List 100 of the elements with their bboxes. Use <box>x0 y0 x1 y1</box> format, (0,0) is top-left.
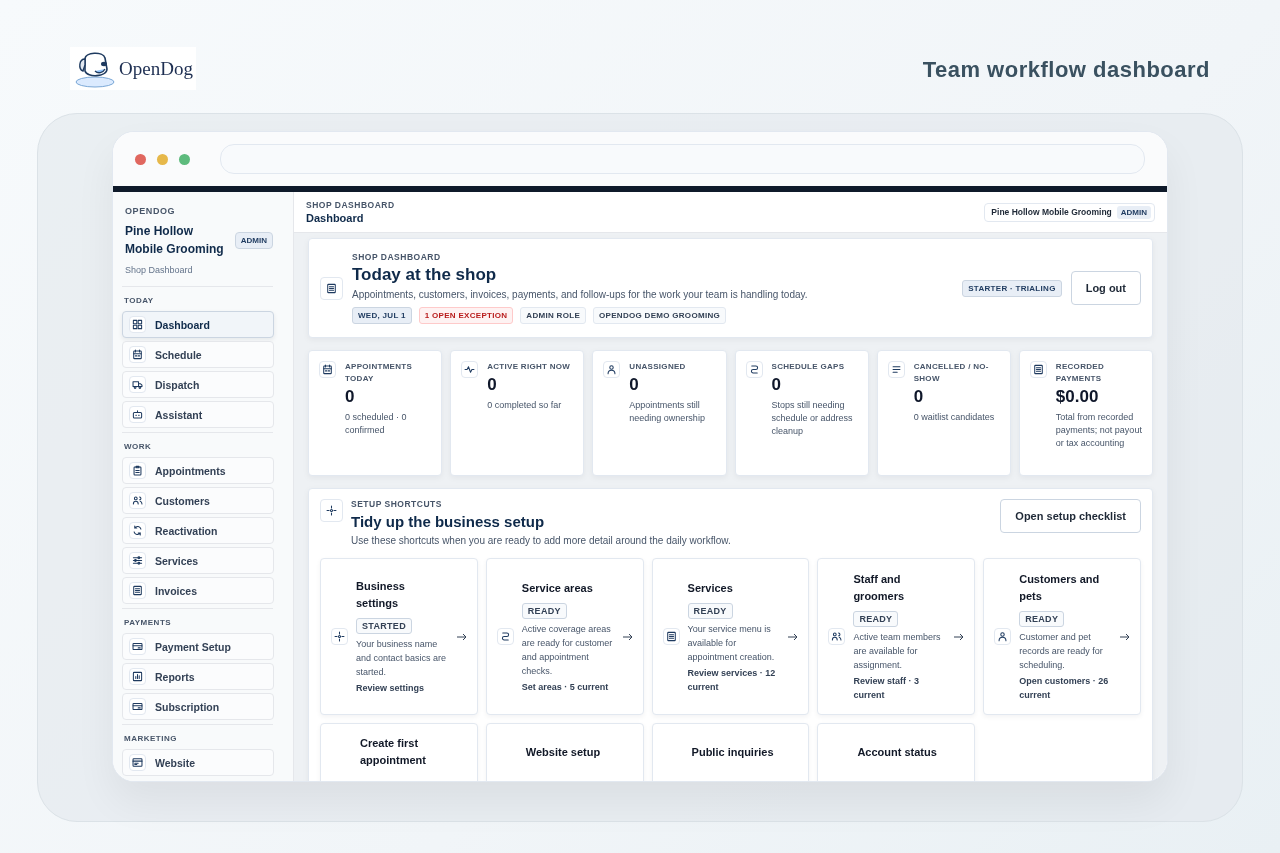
section-label: MARKETING <box>124 734 178 743</box>
stat-label: APPOINTMENTS TODAY <box>345 361 414 385</box>
shop-name: Pine Hollow Mobile Grooming <box>125 223 225 258</box>
shortcut-card[interactable]: Public inquiries <box>651 723 810 781</box>
shortcut-card[interactable]: Staff and groomers READY Active team members are available for assignment. Review staff · 3 current <box>817 558 976 715</box>
status-badge: READY <box>1019 611 1065 627</box>
nav-item[interactable]: Services <box>122 547 274 574</box>
status-badge: READY <box>687 602 733 619</box>
arrow-icon <box>456 632 467 641</box>
stat-note: 0 scheduled · 0 confirmed <box>345 411 408 437</box>
document-icon <box>129 582 146 599</box>
tag: 1 OPEN EXCEPTION <box>418 307 514 324</box>
shortcut-description: Your business name and contact basics are started. <box>356 638 448 679</box>
logout-button[interactable]: Log out <box>1070 271 1141 305</box>
stat-note: Stops still needing schedule or address cleanup <box>771 399 854 438</box>
person-icon <box>994 628 1012 645</box>
stat-value: 0 <box>345 387 356 407</box>
shop-chip[interactable]: Pine Hollow Mobile Grooming ADMIN <box>984 202 1155 222</box>
curve-icon <box>745 361 763 378</box>
crosshair-icon <box>320 499 343 522</box>
tag: WED, JUL 1 <box>352 307 412 324</box>
nav-item[interactable]: Invoices <box>122 577 274 604</box>
nav-item[interactable]: Website <box>122 749 274 776</box>
stat-label: RECORDED PAYMENTS <box>1055 361 1105 385</box>
stat-value: 0 <box>629 375 640 395</box>
shortcut-card[interactable]: Customers and pets READY Customer and pet records are ready for scheduling. Open customers · 26 current <box>983 558 1141 715</box>
shortcut-title: Staff and groomers <box>853 572 906 604</box>
document-icon <box>662 628 680 645</box>
hero-title: Today at the shop <box>352 265 498 285</box>
stat-note: Appointments still needing ownership <box>629 399 706 425</box>
shortcut-card[interactable]: Business settings STARTED Your business name and contact basics are started. Review settings <box>320 558 478 715</box>
shortcut-card[interactable]: Website setup <box>485 723 644 781</box>
calendar-icon <box>129 346 146 363</box>
card-icon <box>129 698 146 715</box>
stat-label: UNASSIGNED <box>629 361 687 373</box>
nav-item[interactable]: Subscription <box>122 693 274 720</box>
shortcut-card[interactable]: Account status <box>817 723 976 781</box>
people-icon <box>828 628 846 645</box>
nav-item[interactable]: Customers <box>122 487 274 514</box>
nav-item[interactable]: Payment Setup <box>122 633 274 660</box>
close-dot-icon[interactable] <box>135 153 146 165</box>
shortcut-link[interactable]: Open customers · 26 current <box>1019 674 1112 702</box>
shortcut-title: Create first appointment <box>360 736 427 768</box>
tag: OPENDOG DEMO GROOMING <box>593 307 726 324</box>
shortcut-title: Services <box>687 580 734 596</box>
shortcut-description: Your service menu is available for appointment creation. <box>687 622 776 664</box>
setup-eyebrow: SETUP SHORTCUTS <box>351 499 443 509</box>
shortcut-title: Account status <box>857 744 938 760</box>
role-badge: ADMIN <box>1116 205 1151 219</box>
org-label: OPENDOG <box>124 206 177 216</box>
nav-item[interactable]: Reactivation <box>122 517 274 544</box>
stat-note: 0 completed so far <box>487 399 563 412</box>
nav-item[interactable]: Dashboard <box>122 311 274 338</box>
shortcut-title: Service areas <box>521 580 594 596</box>
shortcut-title: Customers and pets <box>1019 572 1101 604</box>
role-badge: ADMIN <box>234 231 273 249</box>
page-heading: Dashboard <box>306 212 365 224</box>
crosshair-icon <box>331 628 348 645</box>
curve-icon <box>496 628 514 645</box>
card-icon <box>129 638 146 655</box>
setup-title: Tidy up the business setup <box>351 513 546 530</box>
shortcut-link[interactable]: Set areas · 5 current <box>521 679 609 694</box>
shortcut-card[interactable]: Create first appointment <box>320 723 478 781</box>
shortcut-link[interactable]: Review services · 12 current <box>687 665 781 694</box>
stat-note: 0 waitlist candidates <box>913 411 996 424</box>
stat-label: CANCELLED / NO-SHOW <box>913 361 990 385</box>
plan-badge: STARTER · TRIALING <box>962 279 1062 297</box>
hero-description: Appointments, customers, invoices, payments, and follow-ups for the work your team is handling today. <box>352 289 809 300</box>
arrow-icon <box>1120 632 1130 641</box>
robot-icon <box>129 406 146 423</box>
address-bar[interactable] <box>219 144 1145 174</box>
stat-note: Total from recorded payments; not payout or tax accounting <box>1055 411 1142 450</box>
nav-item[interactable]: Appointments <box>122 457 274 484</box>
nav-item[interactable]: Reports <box>122 663 274 690</box>
clipboard-icon <box>129 462 146 479</box>
logo-text: OpenDog <box>119 57 193 80</box>
nav-item[interactable]: Schedule <box>122 341 274 368</box>
arrow-icon <box>788 632 799 641</box>
shortcut-card[interactable]: Service areas READY Active coverage areas are ready for customer and appointment checks. Set areas · 5 current <box>485 558 644 715</box>
shortcut-link[interactable]: Review settings <box>356 681 425 695</box>
nav-item[interactable]: Dispatch <box>122 371 274 398</box>
browser-icon <box>129 754 146 771</box>
shortcut-title: Business settings <box>356 579 406 611</box>
stat-value: 0 <box>487 375 498 395</box>
stat-value: 0 <box>771 375 782 395</box>
shop-chip-name: Pine Hollow Mobile Grooming <box>991 207 1112 217</box>
setup-checklist-button[interactable]: Open setup checklist <box>1000 499 1141 533</box>
shortcut-card[interactable]: Services READY Your service menu is available for appointment creation. Review services · 12 current <box>651 558 810 715</box>
person-icon <box>603 361 621 378</box>
shortcut-link[interactable]: Review staff · 3 current <box>853 674 947 702</box>
maximize-dot-icon[interactable] <box>178 153 190 165</box>
minimize-dot-icon[interactable] <box>156 153 168 165</box>
shortcut-description: Active team members are available for assignment. <box>853 631 942 672</box>
status-badge: READY <box>853 611 899 627</box>
nav-item[interactable]: Assistant <box>122 401 274 428</box>
tag: ADMIN ROLE <box>520 307 587 324</box>
lines-icon <box>887 361 905 378</box>
arrow-icon <box>954 632 965 641</box>
breadcrumb-section: SHOP DASHBOARD <box>306 200 395 210</box>
stat-value: 0 <box>913 387 925 407</box>
